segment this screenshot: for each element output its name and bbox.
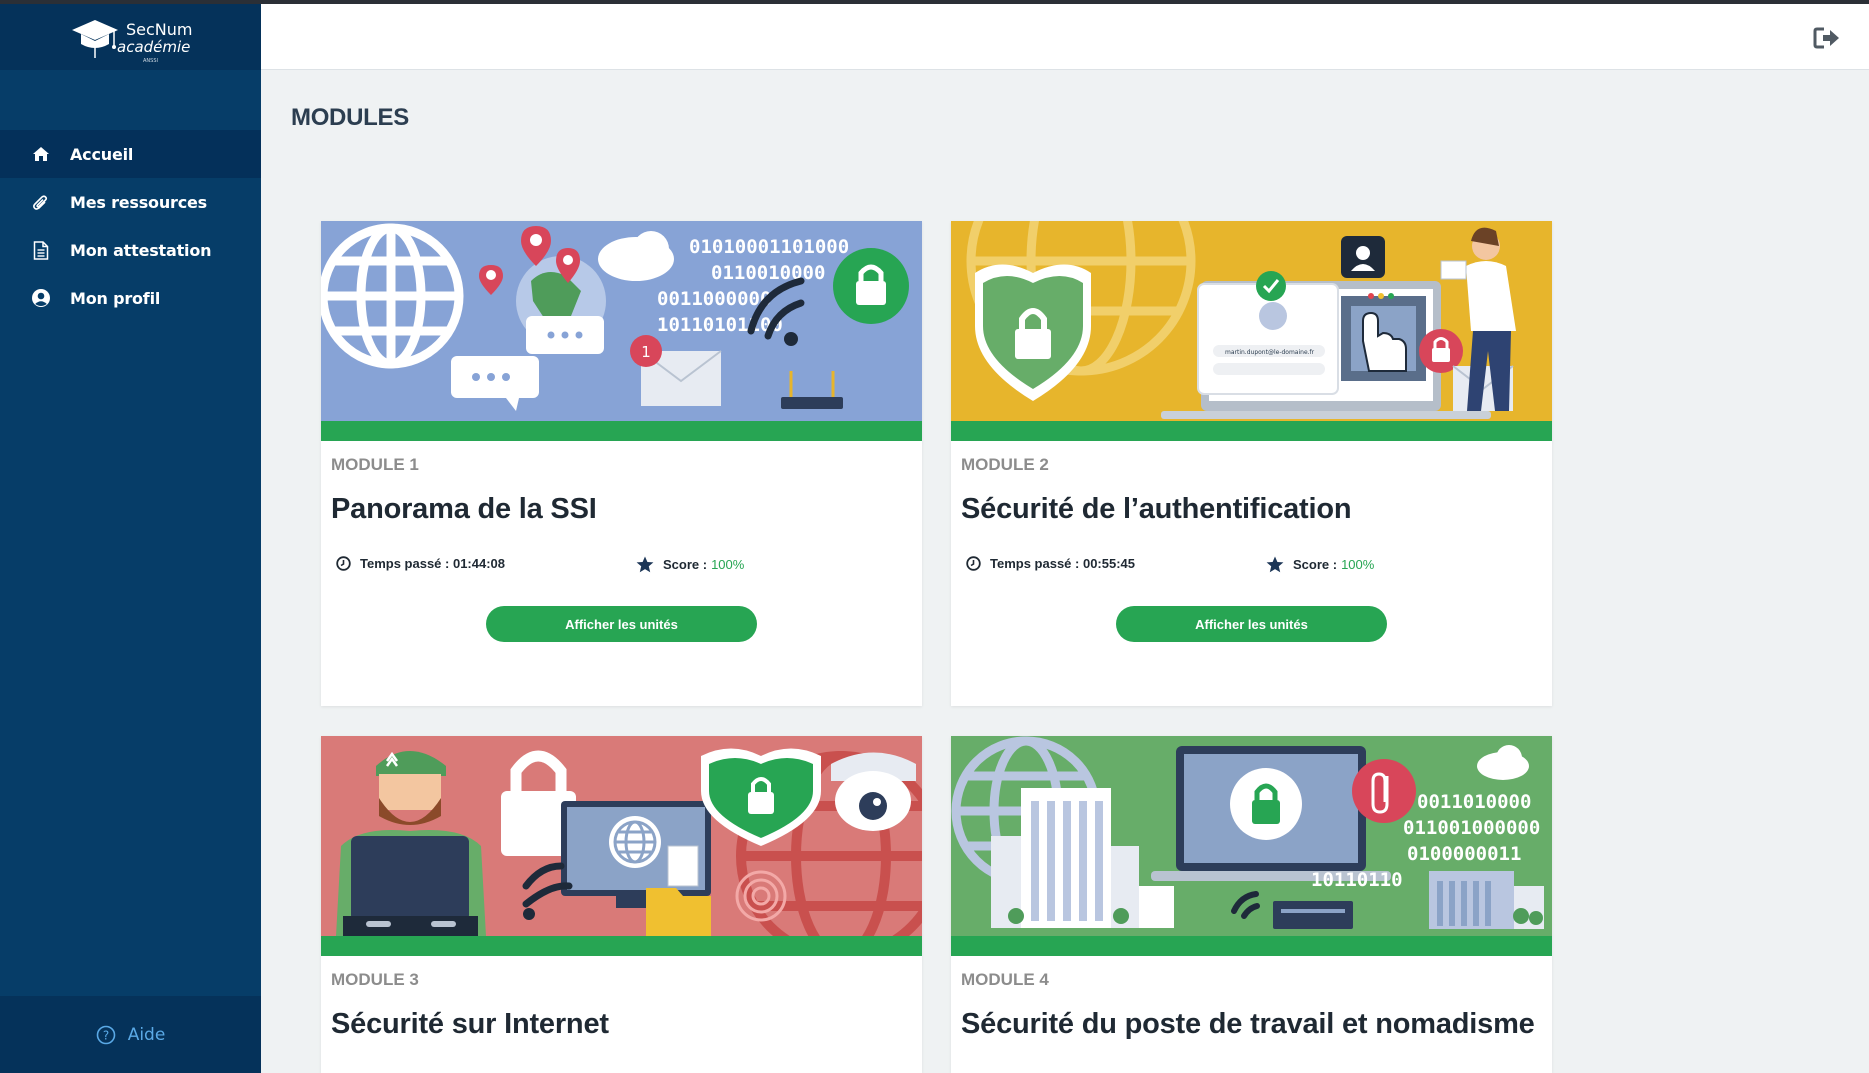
progress-bar — [321, 421, 922, 441]
time-spent: Temps passé : 00:55:45 — [966, 556, 1135, 571]
document-icon — [30, 239, 52, 261]
sidebar-item-mon-attestation[interactable]: Mon attestation — [0, 226, 261, 274]
time-spent: Temps passé : 01:44:08 — [336, 556, 505, 571]
module-title: Sécurité du poste de travail et nomadism… — [961, 1008, 1535, 1040]
logout-icon[interactable] — [1813, 26, 1841, 50]
module-number: MODULE 3 — [331, 970, 419, 989]
binary-text: 10110110 — [1311, 869, 1403, 891]
clock-icon — [966, 556, 981, 571]
binary-text: 0100000011 — [1407, 843, 1521, 865]
time-spent-label: Temps passé : 00:55:45 — [990, 556, 1135, 571]
module-card-3: MODULE 3 Sécurité sur Internet — [321, 736, 922, 1073]
sidebar-item-accueil[interactable]: Accueil — [0, 130, 261, 178]
page-title: MODULES — [291, 104, 409, 131]
sidebar: SecNum académie ANSSI Accueil Mes ressou… — [0, 0, 261, 1073]
module-number: MODULE 4 — [961, 970, 1049, 989]
show-units-button[interactable]: Afficher les unités — [1116, 606, 1387, 642]
module-number: MODULE 1 — [331, 455, 419, 474]
binary-text: 011001000000 — [1403, 817, 1540, 839]
star-icon — [1266, 556, 1284, 573]
time-spent-label: Temps passé : 01:44:08 — [360, 556, 505, 571]
paperclip-icon — [30, 191, 52, 213]
brand-subtitle: académie — [117, 38, 191, 56]
brand-tagline: ANSSI — [143, 58, 158, 64]
module-card-4: 0011010000 011001000000 0100000011 10110… — [951, 736, 1552, 1073]
binary-text: 01010001101000 — [689, 236, 849, 258]
sidebar-nav: Accueil Mes ressources Mon attestation M… — [0, 130, 261, 322]
score-value: 100% — [1341, 557, 1375, 572]
progress-bar — [321, 936, 922, 956]
sidebar-item-mon-profil[interactable]: Mon profil — [0, 274, 261, 322]
sidebar-item-label: Mes ressources — [70, 192, 207, 212]
module-banner-illustration — [321, 736, 922, 936]
sidebar-item-label: Accueil — [70, 144, 134, 164]
graduation-cap-icon — [72, 20, 118, 58]
help-label: Aide — [127, 1024, 166, 1045]
module-card-1: 01010001101000 0110010000 0011000000 101… — [321, 221, 922, 706]
module-banner-illustration: 01010001101000 0110010000 0011000000 101… — [321, 221, 922, 421]
module-banner-illustration: martin.dupont@le-domaine.fr — [951, 221, 1552, 421]
module-banner-illustration: 0011010000 011001000000 0100000011 10110… — [951, 736, 1552, 936]
binary-text: 0110010000 — [711, 262, 825, 284]
progress-bar — [951, 421, 1552, 441]
module-number: MODULE 2 — [961, 455, 1049, 474]
binary-text: 0011010000 — [1417, 791, 1531, 813]
score-label: Score : — [1293, 557, 1338, 572]
email-field-text: martin.dupont@le-domaine.fr — [1225, 349, 1315, 356]
star-icon — [636, 556, 654, 573]
brand-logo[interactable]: SecNum académie ANSSI — [0, 4, 261, 70]
svg-text:?: ? — [103, 1028, 109, 1042]
score: Score : 100% — [636, 556, 744, 573]
score-value: 100% — [711, 557, 745, 572]
score: Score : 100% — [1266, 556, 1374, 573]
score-label: Score : — [663, 557, 708, 572]
home-icon — [30, 143, 52, 165]
progress-bar — [951, 936, 1552, 956]
show-units-button[interactable]: Afficher les unités — [486, 606, 757, 642]
sidebar-item-label: Mon attestation — [70, 240, 212, 260]
user-circle-icon — [30, 287, 52, 309]
sidebar-item-mes-ressources[interactable]: Mes ressources — [0, 178, 261, 226]
help-circle-icon: ? — [96, 1025, 115, 1044]
binary-text: 10110101100 — [657, 314, 783, 336]
clock-icon — [336, 556, 351, 571]
brand-name: SecNum — [126, 20, 193, 39]
module-title: Panorama de la SSI — [331, 493, 597, 525]
module-title: Sécurité sur Internet — [331, 1008, 609, 1040]
notification-badge: 1 — [641, 343, 651, 361]
sidebar-item-label: Mon profil — [70, 288, 161, 308]
help-link[interactable]: ? Aide — [0, 996, 261, 1073]
module-card-2: martin.dupont@le-domaine.fr MODULE 2 Séc… — [951, 221, 1552, 706]
module-title: Sécurité de l’authentification — [961, 493, 1352, 525]
top-bar — [261, 4, 1869, 70]
binary-text: 0011000000 — [657, 288, 771, 310]
